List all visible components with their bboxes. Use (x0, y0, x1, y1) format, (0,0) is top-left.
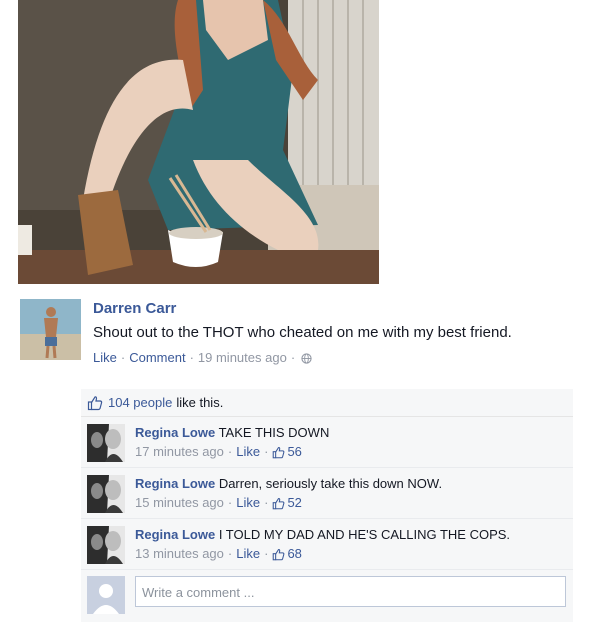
thumbs-up-icon (273, 497, 285, 509)
comment-item: Regina Lowe Darren, seriously take this … (81, 468, 573, 519)
comments-section: 104 people like this. Regina Lowe TAKE T… (81, 389, 573, 622)
comment-text: TAKE THIS DOWN (218, 425, 330, 440)
commenter-name[interactable]: Regina Lowe (135, 527, 215, 542)
likes-suffix: like this. (176, 395, 224, 410)
commenter-avatar[interactable] (87, 424, 125, 462)
comment-like-link[interactable]: Like (236, 443, 260, 461)
like-link[interactable]: Like (93, 349, 117, 367)
comment-timestamp[interactable]: 17 minutes ago (135, 443, 224, 461)
comment-like-count[interactable]: 68 (287, 545, 301, 563)
comment-like-link[interactable]: Like (236, 545, 260, 563)
comment-body: Regina Lowe Darren, seriously take this … (135, 474, 567, 512)
separator: · (120, 350, 126, 365)
post-body: Darren Carr Shout out to the THOT who ch… (93, 299, 573, 367)
thumbs-up-icon (273, 548, 285, 560)
comment-link[interactable]: Comment (129, 349, 185, 367)
comment-timestamp[interactable]: 13 minutes ago (135, 545, 224, 563)
comment-item: Regina Lowe TAKE THIS DOWN 17 minutes ag… (81, 417, 573, 468)
separator: · (264, 546, 269, 561)
comment-meta: 13 minutes ago · Like · 68 (135, 545, 567, 563)
separator: · (227, 546, 233, 561)
thumbs-up-icon (273, 446, 285, 458)
comment-text: I TOLD MY DAD AND HE'S CALLING THE COPS. (218, 527, 511, 542)
separator: · (290, 350, 296, 365)
separator: · (264, 495, 269, 510)
author-avatar[interactable] (20, 299, 81, 360)
commenter-name[interactable]: Regina Lowe (135, 425, 215, 440)
comment-like-count[interactable]: 56 (287, 443, 301, 461)
comment-input[interactable]: Write a comment ... (135, 576, 566, 607)
comment-body: Regina Lowe TAKE THIS DOWN 17 minutes ag… (135, 423, 567, 461)
post-author-name[interactable]: Darren Carr (93, 299, 573, 319)
comment-composer: Write a comment ... (81, 570, 573, 622)
post-timestamp[interactable]: 19 minutes ago (198, 349, 287, 367)
likes-summary: 104 people like this. (81, 389, 573, 417)
comment-text: Darren, seriously take this down NOW. (218, 476, 443, 491)
comment-body: Regina Lowe I TOLD MY DAD AND HE'S CALLI… (135, 525, 567, 563)
post-text: Shout out to the THOT who cheated on me … (93, 324, 512, 341)
comment-meta: 15 minutes ago · Like · 52 (135, 494, 567, 512)
comment-line: Regina Lowe Darren, seriously take this … (135, 474, 567, 493)
comment-line: Regina Lowe I TOLD MY DAD AND HE'S CALLI… (135, 525, 567, 544)
separator: · (264, 444, 269, 459)
post-photo[interactable] (18, 0, 379, 284)
photo-illustration (18, 0, 379, 284)
separator: · (227, 495, 233, 510)
commenter-name[interactable]: Regina Lowe (135, 476, 215, 491)
comment-timestamp[interactable]: 15 minutes ago (135, 494, 224, 512)
globe-icon[interactable] (301, 352, 312, 364)
comment-item: Regina Lowe I TOLD MY DAD AND HE'S CALLI… (81, 519, 573, 570)
post-meta: Like · Comment · 19 minutes ago · (93, 349, 573, 367)
default-avatar-icon (87, 576, 125, 614)
separator: · (189, 350, 194, 365)
commenter-avatar[interactable] (87, 475, 125, 513)
separator: · (227, 444, 233, 459)
comment-meta: 17 minutes ago · Like · 56 (135, 443, 567, 461)
likes-count-link[interactable]: 104 people (108, 395, 172, 410)
comment-like-count[interactable]: 52 (287, 494, 301, 512)
thumbs-up-icon (87, 395, 103, 410)
comment-like-link[interactable]: Like (236, 494, 260, 512)
commenter-avatar[interactable] (87, 526, 125, 564)
comment-line: Regina Lowe TAKE THIS DOWN (135, 423, 567, 442)
